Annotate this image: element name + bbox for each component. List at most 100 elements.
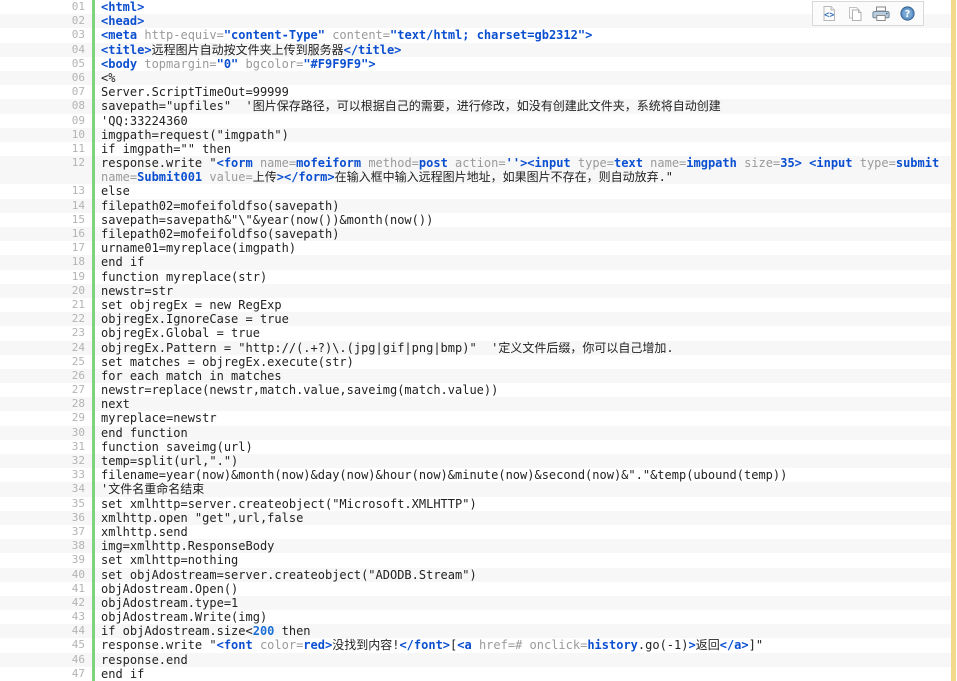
line-number: 14 [71,198,85,212]
code-line-text: xmlhttp.send [101,524,188,539]
line-number: 33 [71,468,85,482]
line-number: 26 [71,368,85,382]
code-line: 22 objregEx.IgnoreCase = true [0,312,951,327]
code-line: 21 set objregEx = new RegExp [0,297,951,313]
line-number: 39 [71,553,85,567]
line-number: 06 [71,70,85,84]
code-line-text: newstr=str [101,283,174,298]
svg-text:<>: <> [824,10,834,20]
code-line: 43 objAdostream.Write(img) [0,610,951,625]
print-icon[interactable] [871,4,891,24]
line-number: 40 [71,567,85,581]
code-line-text: Server.ScriptTimeOut=99999 [101,85,289,100]
code-line-text: objAdostream.type=1 [101,595,239,610]
line-number: 10 [71,127,85,141]
code-line-text: savepath="upfiles" '图片保存路径，可以根据自己的需要，进行修… [101,99,721,114]
code-line-text: urname01=myreplace(imgpath) [101,241,297,256]
code-line: 02 <head> [0,14,951,29]
code-line: 01 <html> [0,0,951,15]
code-line-text: 'QQ:33224360 [101,113,188,128]
code-line: 35 set xmlhttp=server.createobject("Micro… [0,496,951,511]
code-line-text: <meta http-equiv="content-Type" content=… [101,28,593,43]
line-number: 19 [71,269,85,283]
line-number: 22 [71,312,85,326]
code-line-text: set xmlhttp=nothing [101,553,239,568]
code-line: 39 set xmlhttp=nothing [0,553,951,568]
code-line: 04 <title>远程图片自动按文件夹上传到服务器</title> [0,42,951,57]
line-number: 15 [71,212,85,226]
code-line: 45 response.write "<font color=red>没找到内容!… [0,638,951,653]
line-number: 02 [71,14,85,28]
code-line-text: newstr=replace(newstr,match.value,saveim… [101,383,499,398]
line-number: 21 [71,297,85,311]
copy-icon[interactable] [845,4,865,24]
code-line-text: objregEx.Global = true [101,326,260,341]
code-line-text: set objregEx = new RegExp [101,297,282,312]
code-line-text: end if [101,255,145,270]
code-line-text: myreplace=newstr [101,411,217,426]
code-line: 38 img=xmlhttp.ResponseBody [0,539,951,554]
line-number: 31 [71,439,85,453]
code-line-text: <% [101,70,116,85]
code-line-text: objAdostream.Open() [101,581,239,596]
line-number: 03 [71,28,85,42]
line-number: 16 [71,227,85,241]
view-source-icon[interactable]: <> [819,4,839,24]
code-line: 14 filepath02=mofeifoldfso(savepath) [0,198,951,213]
code-line: 46 response.end [0,652,951,667]
line-number: 46 [71,652,85,666]
code-line: 20 newstr=str [0,283,951,298]
code-line: 42 objAdostream.type=1 [0,595,951,611]
code-line: 07 Server.ScriptTimeOut=99999 [0,85,951,100]
code-line-text: objregEx.Pattern = "http://(.+?)\.(jpg|g… [101,340,674,355]
line-number: 42 [71,595,85,609]
code-line: 41 objAdostream.Open() [0,581,951,596]
code-line: 24 objregEx.Pattern = "http://(.+?)\.(jpg… [0,340,951,355]
code-line: 30 end function [0,425,951,440]
code-line: 12 response.write "<form name=mofeiform m… [0,156,951,185]
right-edge-accent-bar [951,0,956,681]
code-listing: 01 <html> 02 <head> 03 <meta http-equiv="cont… [0,0,951,681]
code-line: 29 myreplace=newstr [0,411,951,426]
line-number: 05 [71,56,85,70]
code-line-text: response.write "<font color=red>没找到内容!</… [101,638,764,653]
code-line: 34 '文件名重命名结束 [0,482,951,497]
code-line: 26 for each match in matches [0,368,951,384]
code-line: 08 savepath="upfiles" '图片保存路径，可以根据自己的需要，进… [0,99,951,114]
code-line-text: xmlhttp.open "get",url,false [101,510,304,525]
code-line-text: response.end [101,652,188,667]
line-number: 01 [71,0,85,13]
help-icon[interactable]: ? [897,4,917,24]
code-line: 10 imgpath=request("imgpath") [0,127,951,142]
code-line: 25 set matches = objregEx.execute(str) [0,354,951,369]
line-number: 43 [71,610,85,624]
line-number: 34 [71,482,85,496]
code-line: 23 objregEx.Global = true [0,326,951,341]
line-number: 12 [71,156,85,170]
code-line: 40 set objAdostream=server.createobject("… [0,567,951,582]
code-line-text: set xmlhttp=server.createobject("Microso… [101,496,477,511]
code-line: 33 filename=year(now)&month(now)&day(now)… [0,468,951,483]
line-number: 37 [71,524,85,538]
code-line: 19 function myreplace(str) [0,269,951,284]
code-line-text: temp=split(url,".") [101,454,239,469]
code-line-text: response.write "<form name=mofeiform met… [101,156,947,185]
code-line: 06 <% [0,70,951,86]
code-line-text: img=xmlhttp.ResponseBody [101,539,275,554]
code-line: 03 <meta http-equiv="content-Type" conten… [0,28,951,43]
code-line: 17 urname01=myreplace(imgpath) [0,241,951,256]
line-number: 23 [71,326,85,340]
code-line-text: function saveimg(url) [101,439,253,454]
line-number: 44 [71,624,85,638]
line-number: 32 [71,454,85,468]
code-line-text: next [101,397,130,412]
line-number: 35 [71,496,85,510]
line-number: 08 [71,99,85,113]
code-line-text: set matches = objregEx.execute(str) [101,354,354,369]
line-number: 04 [71,42,85,56]
line-number: 09 [71,113,85,127]
code-line-text: else [101,184,130,199]
code-line: 28 next [0,397,951,412]
code-line-text: savepath=savepath&"\"&year(now())&month(… [101,212,434,227]
code-line: 18 end if [0,255,951,270]
